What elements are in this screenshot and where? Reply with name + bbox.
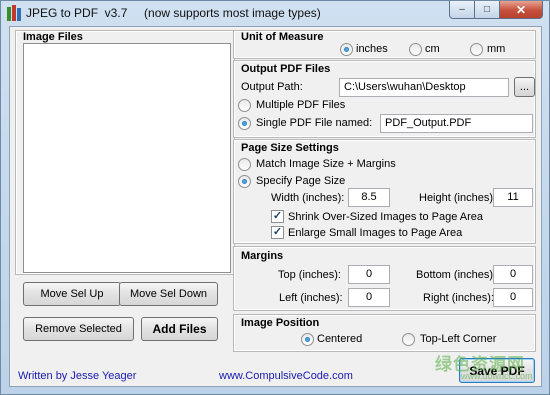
pdf-file-name-input[interactable]: PDF_Output.PDF xyxy=(380,114,533,133)
right-margin-input[interactable]: 0 xyxy=(493,288,533,307)
output-path-input[interactable]: C:\Users\wuhan\Desktop xyxy=(339,78,509,97)
bottom-margin-label: Bottom (inches): xyxy=(416,269,497,281)
page-size-title: Page Size Settings xyxy=(241,142,339,154)
unit-mm-label: mm xyxy=(487,43,506,55)
minimize-button[interactable]: – xyxy=(449,1,475,19)
top-margin-input[interactable]: 0 xyxy=(348,265,390,284)
unit-inches-label: inches xyxy=(356,43,388,55)
margins-title: Margins xyxy=(241,250,284,262)
image-files-title: Image Files xyxy=(23,31,83,43)
match-image-size-label: Match Image Size + Margins xyxy=(256,158,396,170)
unit-inches-radio[interactable] xyxy=(340,43,353,56)
window-title: JPEG to PDF v3.7 (now supports most imag… xyxy=(26,6,321,20)
move-sel-down-button[interactable]: Move Sel Down xyxy=(119,282,218,306)
image-position-title: Image Position xyxy=(241,317,320,329)
match-image-size-radio[interactable] xyxy=(238,158,251,171)
main-panel: Image Files Move Sel Up Move Sel Down Re… xyxy=(9,26,542,387)
browse-button[interactable]: ... xyxy=(514,77,535,97)
centered-radio[interactable] xyxy=(301,333,314,346)
image-files-list[interactable] xyxy=(23,43,231,273)
website-link[interactable]: www.CompulsiveCode.com xyxy=(219,370,353,382)
unit-mm-radio[interactable] xyxy=(470,43,483,56)
enlarge-images-checkbox[interactable]: ✓ xyxy=(271,226,284,239)
multiple-pdf-radio[interactable] xyxy=(238,99,251,112)
top-left-corner-label: Top-Left Corner xyxy=(420,333,497,345)
remove-selected-button[interactable]: Remove Selected xyxy=(23,317,134,341)
move-sel-up-button[interactable]: Move Sel Up xyxy=(23,282,121,306)
width-label: Width (inches): xyxy=(271,192,345,204)
unit-cm-radio[interactable] xyxy=(409,43,422,56)
unit-of-measure-title: Unit of Measure xyxy=(241,31,324,43)
shrink-images-label: Shrink Over-Sized Images to Page Area xyxy=(288,211,484,223)
top-margin-label: Top (inches): xyxy=(278,269,341,281)
add-files-button[interactable]: Add Files xyxy=(141,317,218,341)
centered-label: Centered xyxy=(317,333,363,345)
left-margin-label: Left (inches): xyxy=(279,292,343,304)
single-pdf-radio[interactable] xyxy=(238,117,251,130)
window-controls: – □ ✕ xyxy=(449,1,543,20)
watermark-url: www.downcc.com xyxy=(461,371,533,381)
bottom-margin-input[interactable]: 0 xyxy=(493,265,533,284)
output-pdf-title: Output PDF Files xyxy=(241,63,331,75)
close-button[interactable]: ✕ xyxy=(500,1,543,19)
enlarge-images-label: Enlarge Small Images to Page Area xyxy=(288,227,463,239)
top-left-corner-radio[interactable] xyxy=(402,333,415,346)
shrink-images-checkbox[interactable]: ✓ xyxy=(271,210,284,223)
right-margin-label: Right (inches): xyxy=(423,292,494,304)
app-window: JPEG to PDF v3.7 (now supports most imag… xyxy=(0,0,550,395)
specify-page-size-radio[interactable] xyxy=(238,175,251,188)
specify-page-size-label: Specify Page Size xyxy=(256,175,346,187)
watermark-logo: 绿色资源网 www.downcc.com xyxy=(423,350,533,390)
left-margin-input[interactable]: 0 xyxy=(348,288,390,307)
output-path-label: Output Path: xyxy=(241,81,303,93)
width-input[interactable]: 8.5 xyxy=(348,188,390,207)
single-pdf-label: Single PDF File named: xyxy=(256,117,373,129)
author-credit: Written by Jesse Yeager xyxy=(18,370,137,382)
title-bar: JPEG to PDF v3.7 (now supports most imag… xyxy=(1,1,549,25)
app-icon xyxy=(7,5,21,21)
height-input[interactable]: 11 xyxy=(493,188,533,207)
multiple-pdf-label: Multiple PDF Files xyxy=(256,99,346,111)
unit-cm-label: cm xyxy=(425,43,440,55)
maximize-button[interactable]: □ xyxy=(475,1,500,19)
height-label: Height (inches): xyxy=(419,192,497,204)
